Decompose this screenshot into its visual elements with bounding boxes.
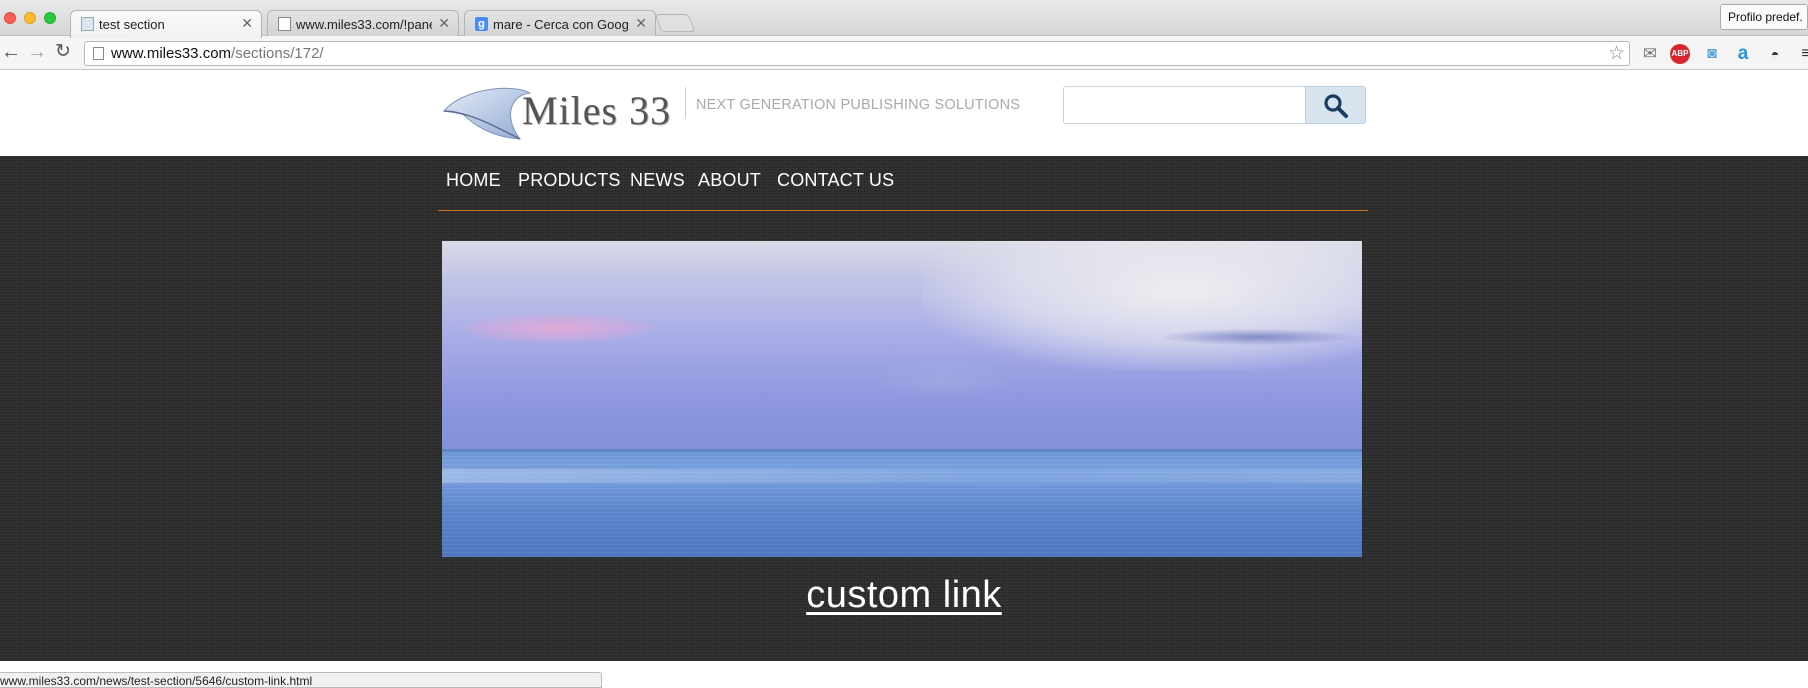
banner-cloud bbox=[1162, 329, 1352, 345]
google-icon: g bbox=[475, 17, 488, 31]
logo-swoosh-icon bbox=[442, 87, 532, 140]
banner-cloud bbox=[462, 313, 652, 343]
page-icon bbox=[93, 47, 104, 60]
content-band: HOME PRODUCTS NEWS ABOUT CONTACT US cust… bbox=[0, 156, 1808, 661]
window-maximize-button[interactable] bbox=[44, 12, 56, 24]
reload-icon[interactable]: ↻ bbox=[52, 41, 74, 63]
nav-item-products[interactable]: PRODUCTS bbox=[518, 170, 621, 191]
tab-test-section[interactable]: test section ✕ bbox=[70, 10, 262, 38]
window-minimize-button[interactable] bbox=[24, 12, 36, 24]
document-icon bbox=[278, 17, 291, 31]
browser-toolbar: ← → ↻ www.miles33.com/sections/172/ ☆ ✉ … bbox=[0, 36, 1808, 70]
url-host: www.miles33.com bbox=[111, 45, 232, 62]
tab-title: test section bbox=[99, 17, 165, 32]
browser-tab-bar: test section ✕ www.miles33.com/!panel/c … bbox=[0, 0, 1808, 38]
site-search-input[interactable] bbox=[1063, 86, 1306, 124]
tab-miles33-panel[interactable]: www.miles33.com/!panel/c ✕ bbox=[267, 10, 459, 37]
gmail-icon[interactable]: ✉ bbox=[1640, 44, 1660, 64]
new-tab-button[interactable] bbox=[654, 14, 696, 32]
menu-icon[interactable]: ≡ bbox=[1796, 44, 1808, 64]
url-path: /sections/172/ bbox=[231, 45, 324, 62]
tab-title: mare - Cerca con Google bbox=[493, 17, 629, 32]
site-tagline: NEXT GENERATION PUBLISHING SOLUTIONS bbox=[696, 97, 1021, 113]
camera-icon[interactable]: ◙ bbox=[1702, 44, 1722, 64]
site-search-button[interactable] bbox=[1305, 86, 1366, 124]
status-bar: www.miles33.com/news/test-section/5646/c… bbox=[0, 672, 602, 688]
a-icon[interactable]: a bbox=[1733, 44, 1753, 64]
page-icon bbox=[81, 17, 94, 31]
back-arrow-icon[interactable]: ← bbox=[0, 41, 22, 63]
nav-item-about[interactable]: ABOUT bbox=[698, 170, 761, 191]
close-tab-icon[interactable]: ✕ bbox=[635, 15, 647, 32]
site-header: Miles 33 NEXT GENERATION PUBLISHING SOLU… bbox=[0, 71, 1808, 156]
banner-sea-glare bbox=[442, 469, 1362, 483]
forward-arrow-icon[interactable]: → bbox=[26, 41, 48, 63]
nav-item-news[interactable]: NEWS bbox=[630, 170, 685, 191]
banner-sky-glow bbox=[922, 241, 1362, 371]
logo-divider bbox=[685, 87, 686, 119]
window-close-button[interactable] bbox=[4, 12, 16, 24]
tab-google-search[interactable]: g mare - Cerca con Google ✕ bbox=[464, 10, 656, 37]
tab-title: www.miles33.com/!panel/c bbox=[296, 17, 432, 32]
custom-link[interactable]: custom link bbox=[0, 574, 1808, 617]
banner-cloud bbox=[872, 359, 1012, 399]
url-text: www.miles33.com/sections/172/ bbox=[111, 45, 324, 62]
miles33-logo[interactable]: Miles 33 bbox=[442, 85, 682, 143]
close-tab-icon[interactable]: ✕ bbox=[241, 15, 253, 32]
nav-item-contact-us[interactable]: CONTACT US bbox=[777, 170, 894, 191]
search-icon bbox=[1324, 94, 1348, 118]
nav-item-home[interactable]: HOME bbox=[446, 170, 501, 191]
close-tab-icon[interactable]: ✕ bbox=[438, 15, 450, 32]
banner-sea bbox=[442, 452, 1362, 557]
bookmark-star-icon[interactable]: ☆ bbox=[1608, 42, 1625, 65]
sea-banner-image bbox=[442, 241, 1362, 557]
incognito-mask-icon[interactable]: ◓ bbox=[1765, 44, 1785, 64]
main-navigation: HOME PRODUCTS NEWS ABOUT CONTACT US bbox=[438, 156, 1368, 211]
logo-text: Miles 33 bbox=[522, 88, 672, 133]
adblock-plus-icon[interactable]: ABP bbox=[1670, 44, 1690, 64]
address-bar[interactable]: www.miles33.com/sections/172/ ☆ bbox=[84, 41, 1630, 66]
profile-button[interactable]: Profilo predef. bbox=[1720, 4, 1808, 30]
